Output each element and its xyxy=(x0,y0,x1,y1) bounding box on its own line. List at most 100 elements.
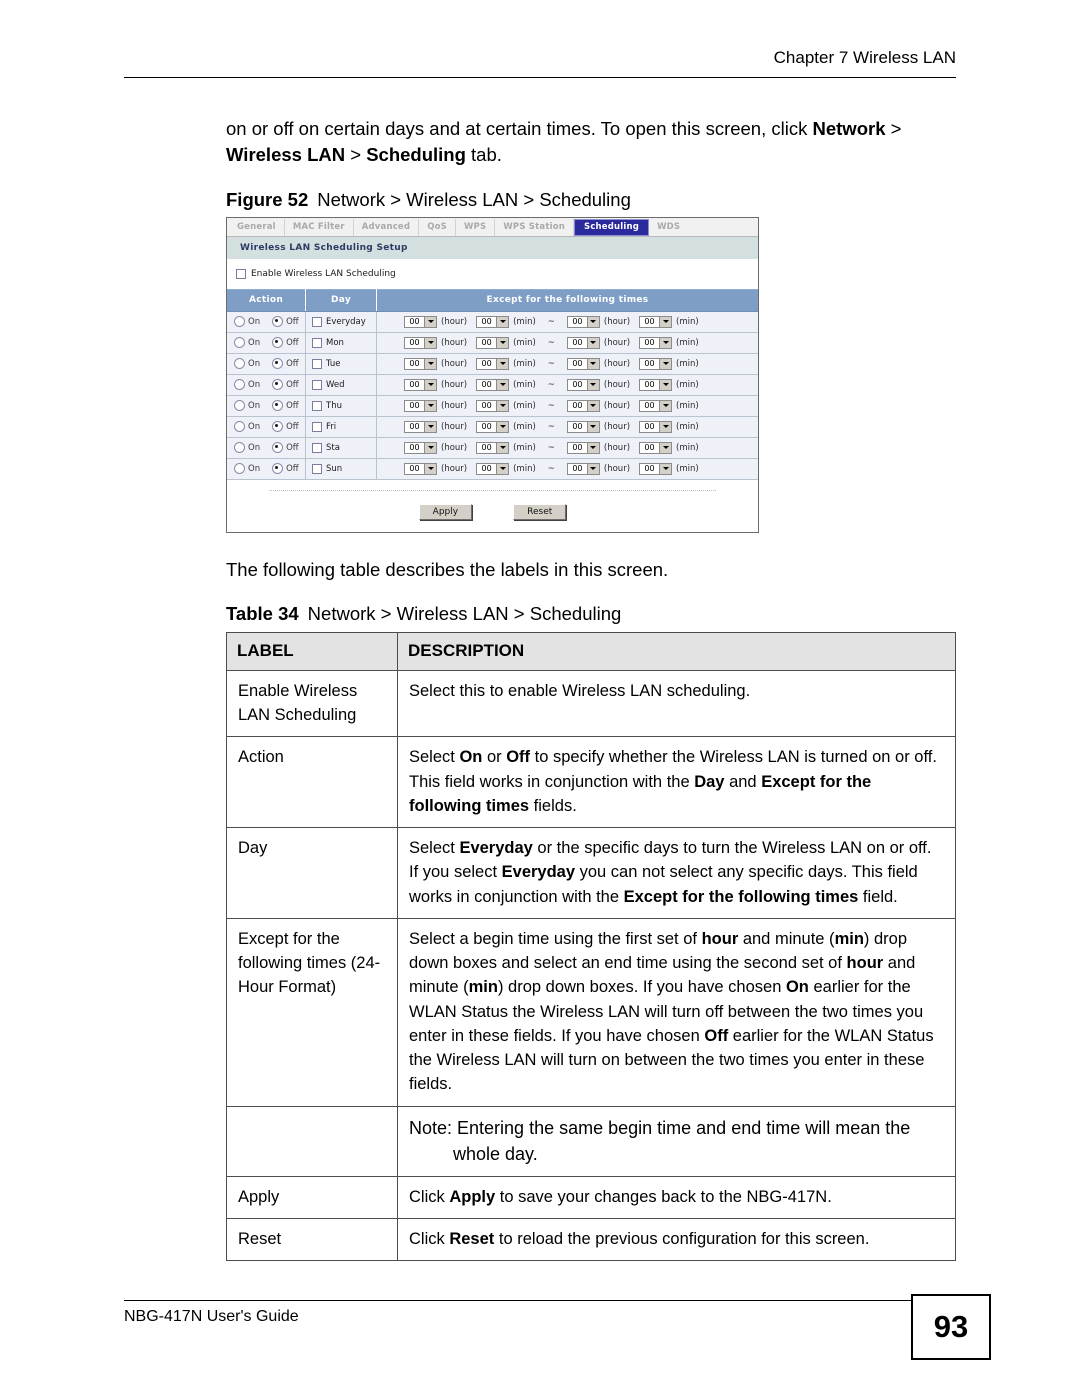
chevron-down-icon[interactable] xyxy=(496,316,509,327)
end-hour-select[interactable]: 00 xyxy=(566,441,600,454)
radio-off[interactable] xyxy=(272,400,284,412)
radio-on[interactable] xyxy=(234,463,245,475)
begin-hour-select[interactable]: 00 xyxy=(404,336,437,349)
chevron-down-icon[interactable] xyxy=(659,421,672,432)
tab-wps[interactable]: WPS xyxy=(455,218,496,236)
radio-on[interactable] xyxy=(234,337,245,349)
begin-min-select[interactable]: 00 xyxy=(476,315,510,328)
enable-scheduling-row[interactable]: Enable Wireless LAN Scheduling xyxy=(227,259,758,289)
chevron-down-icon[interactable] xyxy=(496,379,509,390)
radio-on[interactable] xyxy=(234,379,245,391)
chevron-down-icon[interactable] xyxy=(586,358,599,369)
begin-hour-select[interactable]: 00 xyxy=(404,399,437,412)
chevron-down-icon[interactable] xyxy=(496,337,509,348)
begin-min-select[interactable]: 00 xyxy=(476,399,510,412)
end-min-select[interactable]: 00 xyxy=(639,336,673,349)
radio-off[interactable] xyxy=(272,316,284,328)
chevron-down-icon[interactable] xyxy=(496,442,509,453)
chevron-down-icon[interactable] xyxy=(424,463,436,474)
begin-min-select[interactable]: 00 xyxy=(476,378,510,391)
radio-off[interactable] xyxy=(272,463,284,475)
tab-wds[interactable]: WDS xyxy=(649,218,689,236)
chevron-down-icon[interactable] xyxy=(424,442,436,453)
end-hour-select[interactable]: 00 xyxy=(566,462,600,475)
begin-min-select[interactable]: 00 xyxy=(476,357,510,370)
radio-off[interactable] xyxy=(272,379,284,391)
begin-hour-select[interactable]: 00 xyxy=(404,378,437,391)
end-min-select[interactable]: 00 xyxy=(639,420,673,433)
end-min-select[interactable]: 00 xyxy=(639,315,673,328)
end-min-select[interactable]: 00 xyxy=(639,462,673,475)
screenshot-reset-button[interactable]: Reset xyxy=(513,503,567,520)
radio-on[interactable] xyxy=(234,358,245,370)
end-min-select[interactable]: 00 xyxy=(639,378,673,391)
tab-mac-filter[interactable]: MAC Filter xyxy=(284,218,354,236)
begin-hour-select[interactable]: 00 xyxy=(404,357,437,370)
chevron-down-icon[interactable] xyxy=(586,379,599,390)
chevron-down-icon[interactable] xyxy=(424,337,436,348)
chevron-down-icon[interactable] xyxy=(586,337,599,348)
radio-on[interactable] xyxy=(234,421,245,433)
begin-hour-select[interactable]: 00 xyxy=(404,441,437,454)
radio-off[interactable] xyxy=(272,421,284,433)
begin-min-select[interactable]: 00 xyxy=(476,441,510,454)
begin-hour-select[interactable]: 00 xyxy=(404,462,437,475)
day-checkbox[interactable] xyxy=(312,337,322,348)
chevron-down-icon[interactable] xyxy=(424,358,436,369)
end-min-select[interactable]: 00 xyxy=(639,399,673,412)
chevron-down-icon[interactable] xyxy=(659,337,672,348)
chevron-down-icon[interactable] xyxy=(586,442,599,453)
tab-general[interactable]: General xyxy=(229,218,285,236)
radio-on[interactable] xyxy=(234,400,245,412)
end-hour-select[interactable]: 00 xyxy=(566,315,600,328)
end-min-select[interactable]: 00 xyxy=(639,357,673,370)
chevron-down-icon[interactable] xyxy=(424,379,436,390)
chevron-down-icon[interactable] xyxy=(586,316,599,327)
radio-on[interactable] xyxy=(234,316,245,328)
chevron-down-icon[interactable] xyxy=(659,379,672,390)
tab-qos[interactable]: QoS xyxy=(419,218,456,236)
begin-min-select[interactable]: 00 xyxy=(476,420,510,433)
tab-advanced[interactable]: Advanced xyxy=(353,218,420,236)
day-checkbox[interactable] xyxy=(312,421,322,432)
end-hour-select[interactable]: 00 xyxy=(566,399,600,412)
end-hour-select[interactable]: 00 xyxy=(566,336,600,349)
screenshot-apply-button[interactable]: Apply xyxy=(418,503,473,520)
radio-off[interactable] xyxy=(272,442,284,454)
end-hour-select[interactable]: 00 xyxy=(566,378,600,391)
chevron-down-icon[interactable] xyxy=(424,400,436,411)
chevron-down-icon[interactable] xyxy=(659,316,672,327)
radio-off[interactable] xyxy=(272,337,284,349)
chevron-down-icon[interactable] xyxy=(586,421,599,432)
day-checkbox[interactable] xyxy=(312,400,322,411)
end-hour-select[interactable]: 00 xyxy=(566,420,600,433)
begin-hour-select[interactable]: 00 xyxy=(404,315,437,328)
chevron-down-icon[interactable] xyxy=(586,400,599,411)
chevron-down-icon[interactable] xyxy=(424,316,436,327)
end-hour-select[interactable]: 00 xyxy=(566,357,600,370)
day-checkbox[interactable] xyxy=(312,463,322,474)
day-checkbox[interactable] xyxy=(312,442,322,453)
begin-hour-select[interactable]: 00 xyxy=(404,420,437,433)
chevron-down-icon[interactable] xyxy=(496,358,509,369)
chevron-down-icon[interactable] xyxy=(586,463,599,474)
chevron-down-icon[interactable] xyxy=(424,421,436,432)
day-checkbox[interactable] xyxy=(312,379,322,390)
tab-scheduling[interactable]: Scheduling xyxy=(574,218,650,236)
chevron-down-icon[interactable] xyxy=(496,421,509,432)
chevron-down-icon[interactable] xyxy=(659,358,672,369)
chevron-down-icon[interactable] xyxy=(659,442,672,453)
enable-scheduling-checkbox[interactable] xyxy=(236,268,246,279)
chevron-down-icon[interactable] xyxy=(496,463,509,474)
tab-wps-station[interactable]: WPS Station xyxy=(495,218,574,236)
begin-min-select[interactable]: 00 xyxy=(476,462,510,475)
chevron-down-icon[interactable] xyxy=(659,463,672,474)
begin-min-select[interactable]: 00 xyxy=(476,336,510,349)
end-min-select[interactable]: 00 xyxy=(639,441,673,454)
radio-on[interactable] xyxy=(234,442,245,454)
chevron-down-icon[interactable] xyxy=(496,400,509,411)
day-checkbox[interactable] xyxy=(312,358,322,369)
day-checkbox[interactable] xyxy=(312,316,322,327)
radio-off[interactable] xyxy=(272,358,284,370)
chevron-down-icon[interactable] xyxy=(659,400,672,411)
